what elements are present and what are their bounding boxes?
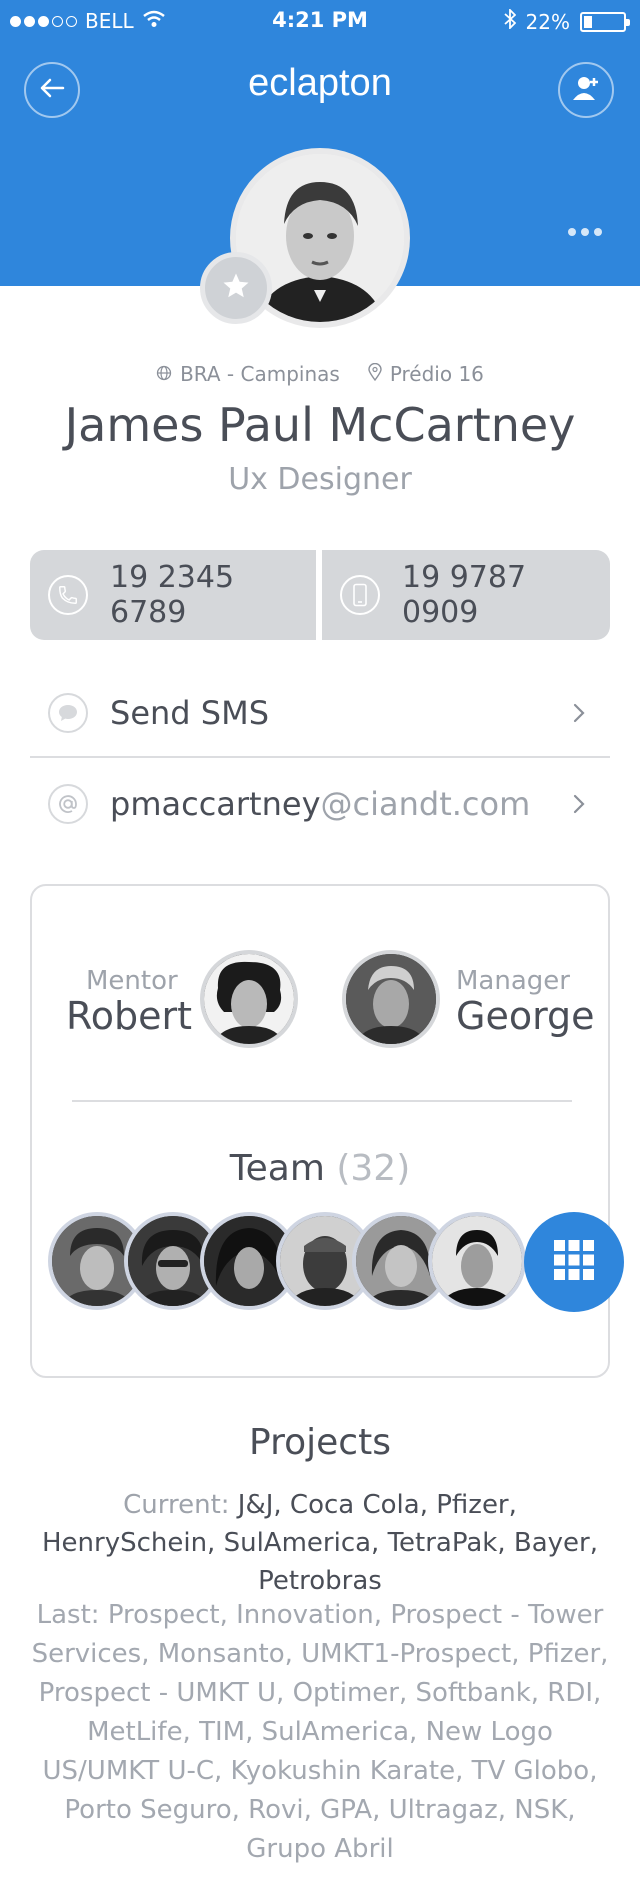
send-sms-label: Send SMS (110, 694, 269, 732)
status-right: 22% (503, 7, 630, 34)
more-dot (594, 228, 602, 236)
chevron-right-icon (564, 698, 594, 728)
battery-percent: 22% (525, 9, 570, 34)
battery-fill (584, 15, 593, 28)
call-landline-button[interactable]: 19 2345 6789 (30, 550, 316, 640)
chevron-right-icon (564, 789, 594, 819)
profile-name: James Paul McCartney (64, 398, 576, 452)
projects-last: Last: Prospect, Innovation, Prospect - T… (31, 1600, 609, 1864)
manager-avatar[interactable] (342, 950, 440, 1048)
more-button[interactable] (568, 228, 602, 236)
relations-card: Mentor Robert Manager George Team (32) (30, 884, 624, 1378)
mentor-avatar[interactable] (200, 950, 298, 1048)
current-label: Current: (123, 1490, 230, 1520)
projects-current: Current: J&J, Coca Cola, Pfizer, HenrySc… (40, 1486, 600, 1600)
add-user-icon (572, 74, 600, 106)
team-member-avatar[interactable] (428, 1212, 526, 1310)
landline-number: 19 2345 6789 (110, 560, 235, 630)
mobile-phone-icon (340, 575, 380, 615)
view-team-button[interactable] (524, 1212, 624, 1312)
profile-job-title: Ux Designer (228, 462, 412, 497)
team-title: Team (32) (32, 1148, 608, 1189)
more-dot (568, 228, 576, 236)
location-row: BRA - Campinas Prédio 16 (0, 362, 640, 386)
add-contact-button[interactable] (558, 62, 614, 118)
email-address: pmaccartney@ciandt.com (110, 785, 564, 823)
location-item: BRA - Campinas (156, 362, 340, 386)
email-user: pmaccartney (110, 785, 321, 823)
grid-icon (553, 1239, 595, 1285)
card-divider (72, 1100, 572, 1102)
manager-name: George (456, 994, 595, 1038)
building-item: Prédio 16 (368, 362, 484, 386)
mentor-label: Mentor (86, 966, 178, 996)
bluetooth-icon (503, 7, 516, 34)
call-mobile-button[interactable]: 19 9787 0909 (322, 550, 610, 640)
send-sms-row[interactable]: Send SMS (30, 670, 610, 758)
team-count: (32) (336, 1148, 411, 1189)
battery-icon (580, 11, 630, 32)
at-sign-icon (48, 784, 88, 824)
team-label: Team (229, 1148, 325, 1189)
location-text: BRA - Campinas (180, 362, 340, 386)
manager-label: Manager (456, 966, 570, 996)
status-bar: BELL 4:21 PM 22% (0, 0, 640, 44)
map-pin-icon (368, 362, 382, 386)
mentor-name: Robert (66, 994, 192, 1038)
phone-icon (48, 575, 88, 615)
projects-title: Projects (249, 1422, 391, 1463)
screen-title: eclapton (248, 62, 392, 104)
chat-bubble-icon (48, 693, 88, 733)
email-domain: @ciandt.com (320, 785, 531, 823)
star-icon (221, 271, 251, 305)
team-avatars (48, 1212, 624, 1312)
send-email-row[interactable]: pmaccartney@ciandt.com (30, 760, 610, 848)
globe-icon (156, 362, 172, 386)
building-text: Prédio 16 (389, 362, 484, 386)
favorite-button[interactable] (200, 252, 272, 324)
more-dot (581, 228, 589, 236)
mobile-number: 19 9787 0909 (402, 560, 527, 630)
